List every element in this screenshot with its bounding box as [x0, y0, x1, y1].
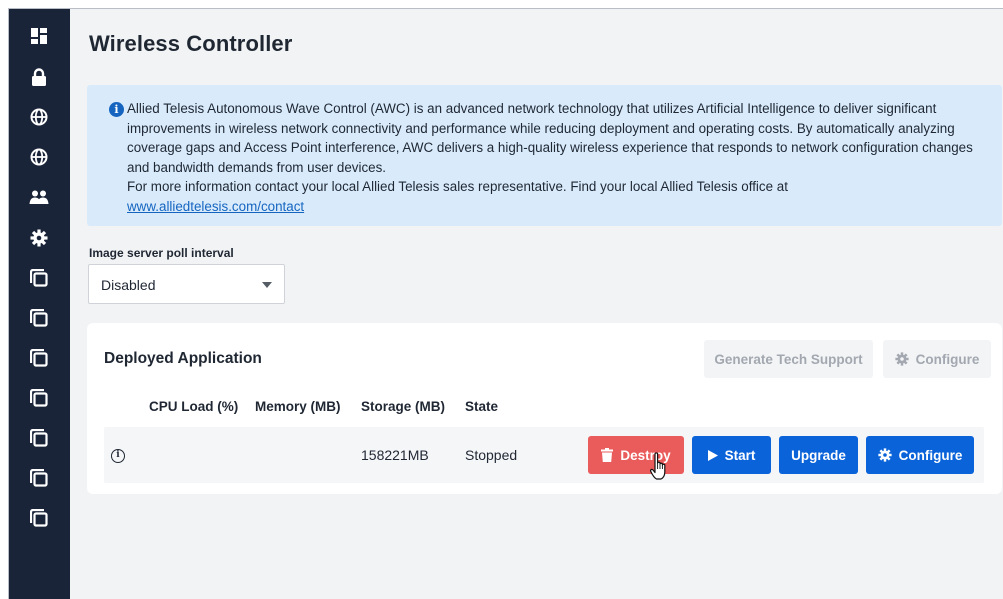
app-window: Wireless Controller i Allied Telesis Aut…	[8, 8, 1003, 599]
windows-icon[interactable]	[28, 347, 50, 369]
main-content: Wireless Controller i Allied Telesis Aut…	[70, 9, 1003, 599]
play-icon	[707, 449, 718, 461]
configure-label: Configure	[915, 351, 980, 367]
sidebar	[9, 9, 70, 599]
column-header-state: State	[465, 399, 499, 414]
start-button[interactable]: Start	[692, 436, 771, 474]
page-title: Wireless Controller	[89, 31, 293, 56]
windows-icon[interactable]	[28, 307, 50, 329]
info-contact-text: For more information contact your local …	[127, 179, 788, 194]
info-banner: i Allied Telesis Autonomous Wave Control…	[87, 85, 1002, 226]
configure-label: Configure	[898, 447, 963, 463]
info-contact: For more information contact your local …	[127, 177, 995, 216]
gear-icon	[895, 352, 909, 366]
hand-cursor-icon	[650, 452, 666, 480]
users-icon[interactable]	[28, 186, 50, 208]
upgrade-button[interactable]: Upgrade	[779, 436, 858, 474]
table-row: i 158221MB Stopped Destroy Start Upgrade	[104, 427, 984, 483]
configure-button-disabled[interactable]: Configure	[883, 340, 991, 378]
gear-icon	[878, 448, 892, 462]
destroy-button[interactable]: Destroy	[588, 436, 684, 474]
chevron-down-icon	[262, 282, 272, 288]
poll-interval-select[interactable]: Disabled	[88, 264, 285, 304]
cell-storage: 158221MB	[361, 447, 429, 463]
card-title: Deployed Application	[104, 350, 262, 367]
configure-button[interactable]: Configure	[866, 436, 974, 474]
poll-interval-value: Disabled	[101, 277, 156, 293]
poll-interval-label: Image server poll interval	[89, 246, 234, 260]
windows-icon[interactable]	[28, 467, 50, 489]
column-header-memory: Memory (MB)	[255, 399, 341, 414]
column-header-cpu: CPU Load (%)	[149, 399, 239, 414]
lock-icon[interactable]	[28, 66, 50, 88]
windows-icon[interactable]	[28, 507, 50, 529]
deployed-application-card: Deployed Application Generate Tech Suppo…	[87, 323, 1002, 494]
windows-icon[interactable]	[28, 267, 50, 289]
generate-tech-support-button[interactable]: Generate Tech Support	[704, 340, 873, 378]
info-paragraph: Allied Telesis Autonomous Wave Control (…	[127, 101, 973, 175]
generate-tech-support-label: Generate Tech Support	[714, 351, 863, 367]
upgrade-label: Upgrade	[791, 447, 846, 463]
info-icon: i	[109, 102, 124, 117]
gear-icon[interactable]	[28, 227, 50, 249]
info-icon[interactable]: i	[111, 449, 125, 463]
info-text: Allied Telesis Autonomous Wave Control (…	[127, 99, 995, 216]
start-label: Start	[724, 447, 756, 463]
windows-icon[interactable]	[28, 387, 50, 409]
trash-icon	[601, 448, 614, 462]
globe-icon[interactable]	[28, 146, 50, 168]
cell-state: Stopped	[465, 447, 518, 463]
contact-link[interactable]: www.alliedtelesis.com/contact	[127, 199, 304, 214]
dashboard-icon[interactable]	[28, 25, 50, 47]
column-header-storage: Storage (MB)	[361, 399, 445, 414]
globe-icon[interactable]	[28, 106, 50, 128]
windows-icon[interactable]	[28, 427, 50, 449]
